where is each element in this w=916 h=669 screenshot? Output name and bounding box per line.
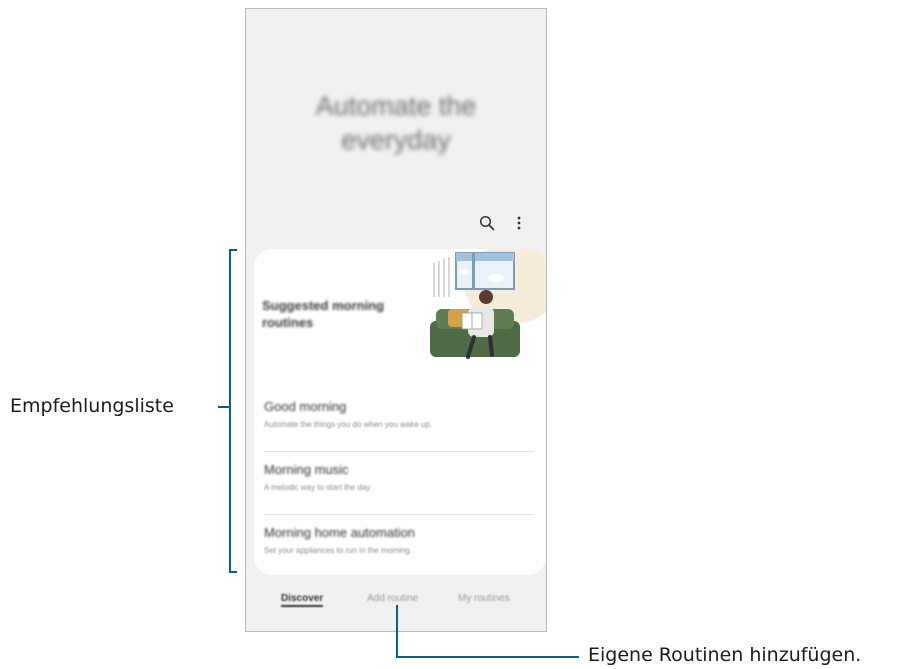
hero-title: Automate the everyday <box>246 89 546 157</box>
list-item[interactable]: Morning music A melodic way to start the… <box>264 452 534 515</box>
list-item-subtitle: Set your appliances to run in the mornin… <box>264 546 413 555</box>
add-routine-callout-label: Eigene Routinen hinzufügen. <box>588 644 862 666</box>
hero-title-line1: Automate the <box>315 91 477 121</box>
hero-title-line2: everyday <box>341 125 451 155</box>
card-title-line1: Suggested morning <box>262 298 385 313</box>
list-item[interactable]: Morning home automation Set your applian… <box>264 515 534 575</box>
add-routine-pointer-vertical <box>396 605 398 658</box>
tab-discover[interactable]: Discover <box>281 593 324 607</box>
recommendations-pointer <box>218 406 230 408</box>
phone-screen: Automate the everyday Suggested morning … <box>245 8 547 632</box>
list-item-subtitle: A melodic way to start the day. <box>264 483 372 492</box>
top-action-bar <box>478 214 528 232</box>
recommendations-callout-label: Empfehlungsliste <box>10 395 174 417</box>
list-item-title: Morning home automation <box>264 525 416 540</box>
morning-illustration <box>430 249 546 359</box>
more-vert-icon[interactable] <box>510 214 528 232</box>
list-item[interactable]: Good morning Automate the things you do … <box>264 389 534 452</box>
suggested-routines-card: Suggested morning routines Good morning … <box>254 249 546 575</box>
list-item-subtitle: Automate the things you do when you wake… <box>264 420 433 429</box>
search-icon[interactable] <box>478 214 496 232</box>
card-title: Suggested morning routines <box>262 297 412 331</box>
tab-my-routines[interactable]: My routines <box>458 593 510 604</box>
recommendations-bracket <box>229 249 237 573</box>
list-item-title: Good morning <box>264 399 347 414</box>
card-title-line2: routines <box>262 315 314 330</box>
tab-add-routine[interactable]: Add routine <box>367 593 418 604</box>
list-item-title: Morning music <box>264 462 349 477</box>
add-routine-pointer-horizontal <box>396 656 579 658</box>
